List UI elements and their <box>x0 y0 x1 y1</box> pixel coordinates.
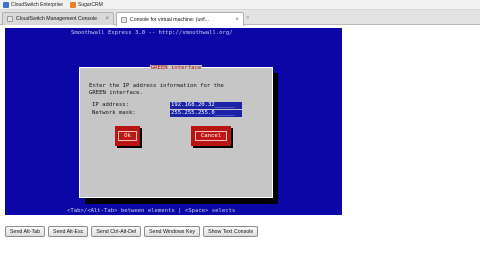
send-alt-esc-button[interactable]: Send Alt-Esc <box>48 226 89 237</box>
tab-bar: CloudSwitch Management Console × Console… <box>0 10 480 26</box>
console-header: Smoothwall Express 3.0 -- http://smoothw… <box>71 30 233 36</box>
new-tab-icon[interactable]: ▫ <box>246 13 249 23</box>
console-help-text: <Tab>/<Alt-Tab> between elements | <Spac… <box>67 208 236 214</box>
sugarcrm-icon <box>70 2 76 8</box>
tab-label: Console for virtual machine: (unf... <box>130 16 210 23</box>
ip-address-field[interactable]: 192.168.20.32______ <box>170 102 242 109</box>
tab-cloudswitch-console[interactable]: CloudSwitch Management Console × <box>2 12 114 25</box>
console-actions: Send Alt-Tab Send Alt-Esc Send Ctrl-Alt-… <box>5 226 259 237</box>
ip-address-label: IP address: <box>92 102 130 108</box>
close-icon[interactable]: × <box>105 16 109 22</box>
tab-vm-console[interactable]: Console for virtual machine: (unf... × <box>116 12 244 26</box>
page-icon <box>121 16 127 23</box>
bookmark-label: SugarCRM <box>78 2 103 8</box>
dialog-title: GREEN interface <box>149 65 203 71</box>
tab-label: CloudSwitch Management Console <box>16 16 98 22</box>
bookmark-sugarcrm[interactable]: SugarCRM <box>70 1 103 9</box>
network-mask-label: Network mask: <box>92 110 136 116</box>
vm-console-screen[interactable]: Smoothwall Express 3.0 -- http://smoothw… <box>5 28 342 215</box>
cloud-icon <box>3 2 9 8</box>
bookmark-cloudswitch[interactable]: CloudSwitch Enterprise <box>3 1 63 9</box>
green-interface-dialog: GREEN interface Enter the IP address inf… <box>79 65 273 198</box>
show-text-console-button[interactable]: Show Text Console <box>203 226 259 237</box>
bookmark-label: CloudSwitch Enterprise <box>11 2 63 8</box>
dialog-instructions: Enter the IP address information for the… <box>89 83 224 96</box>
page-icon <box>7 16 13 22</box>
bookmarks-bar: CloudSwitch Enterprise SugarCRM <box>0 0 480 10</box>
close-icon[interactable]: × <box>235 17 239 23</box>
send-windows-key-button[interactable]: Send Windows Key <box>144 226 201 237</box>
network-mask-field[interactable]: 255.255.255.0______ <box>170 110 242 117</box>
ok-button[interactable]: Ok <box>115 126 140 146</box>
send-alt-tab-button[interactable]: Send Alt-Tab <box>5 226 46 237</box>
cancel-button[interactable]: Cancel <box>191 126 231 146</box>
send-ctrl-alt-del-button[interactable]: Send Ctrl-Alt-Del <box>91 226 142 237</box>
